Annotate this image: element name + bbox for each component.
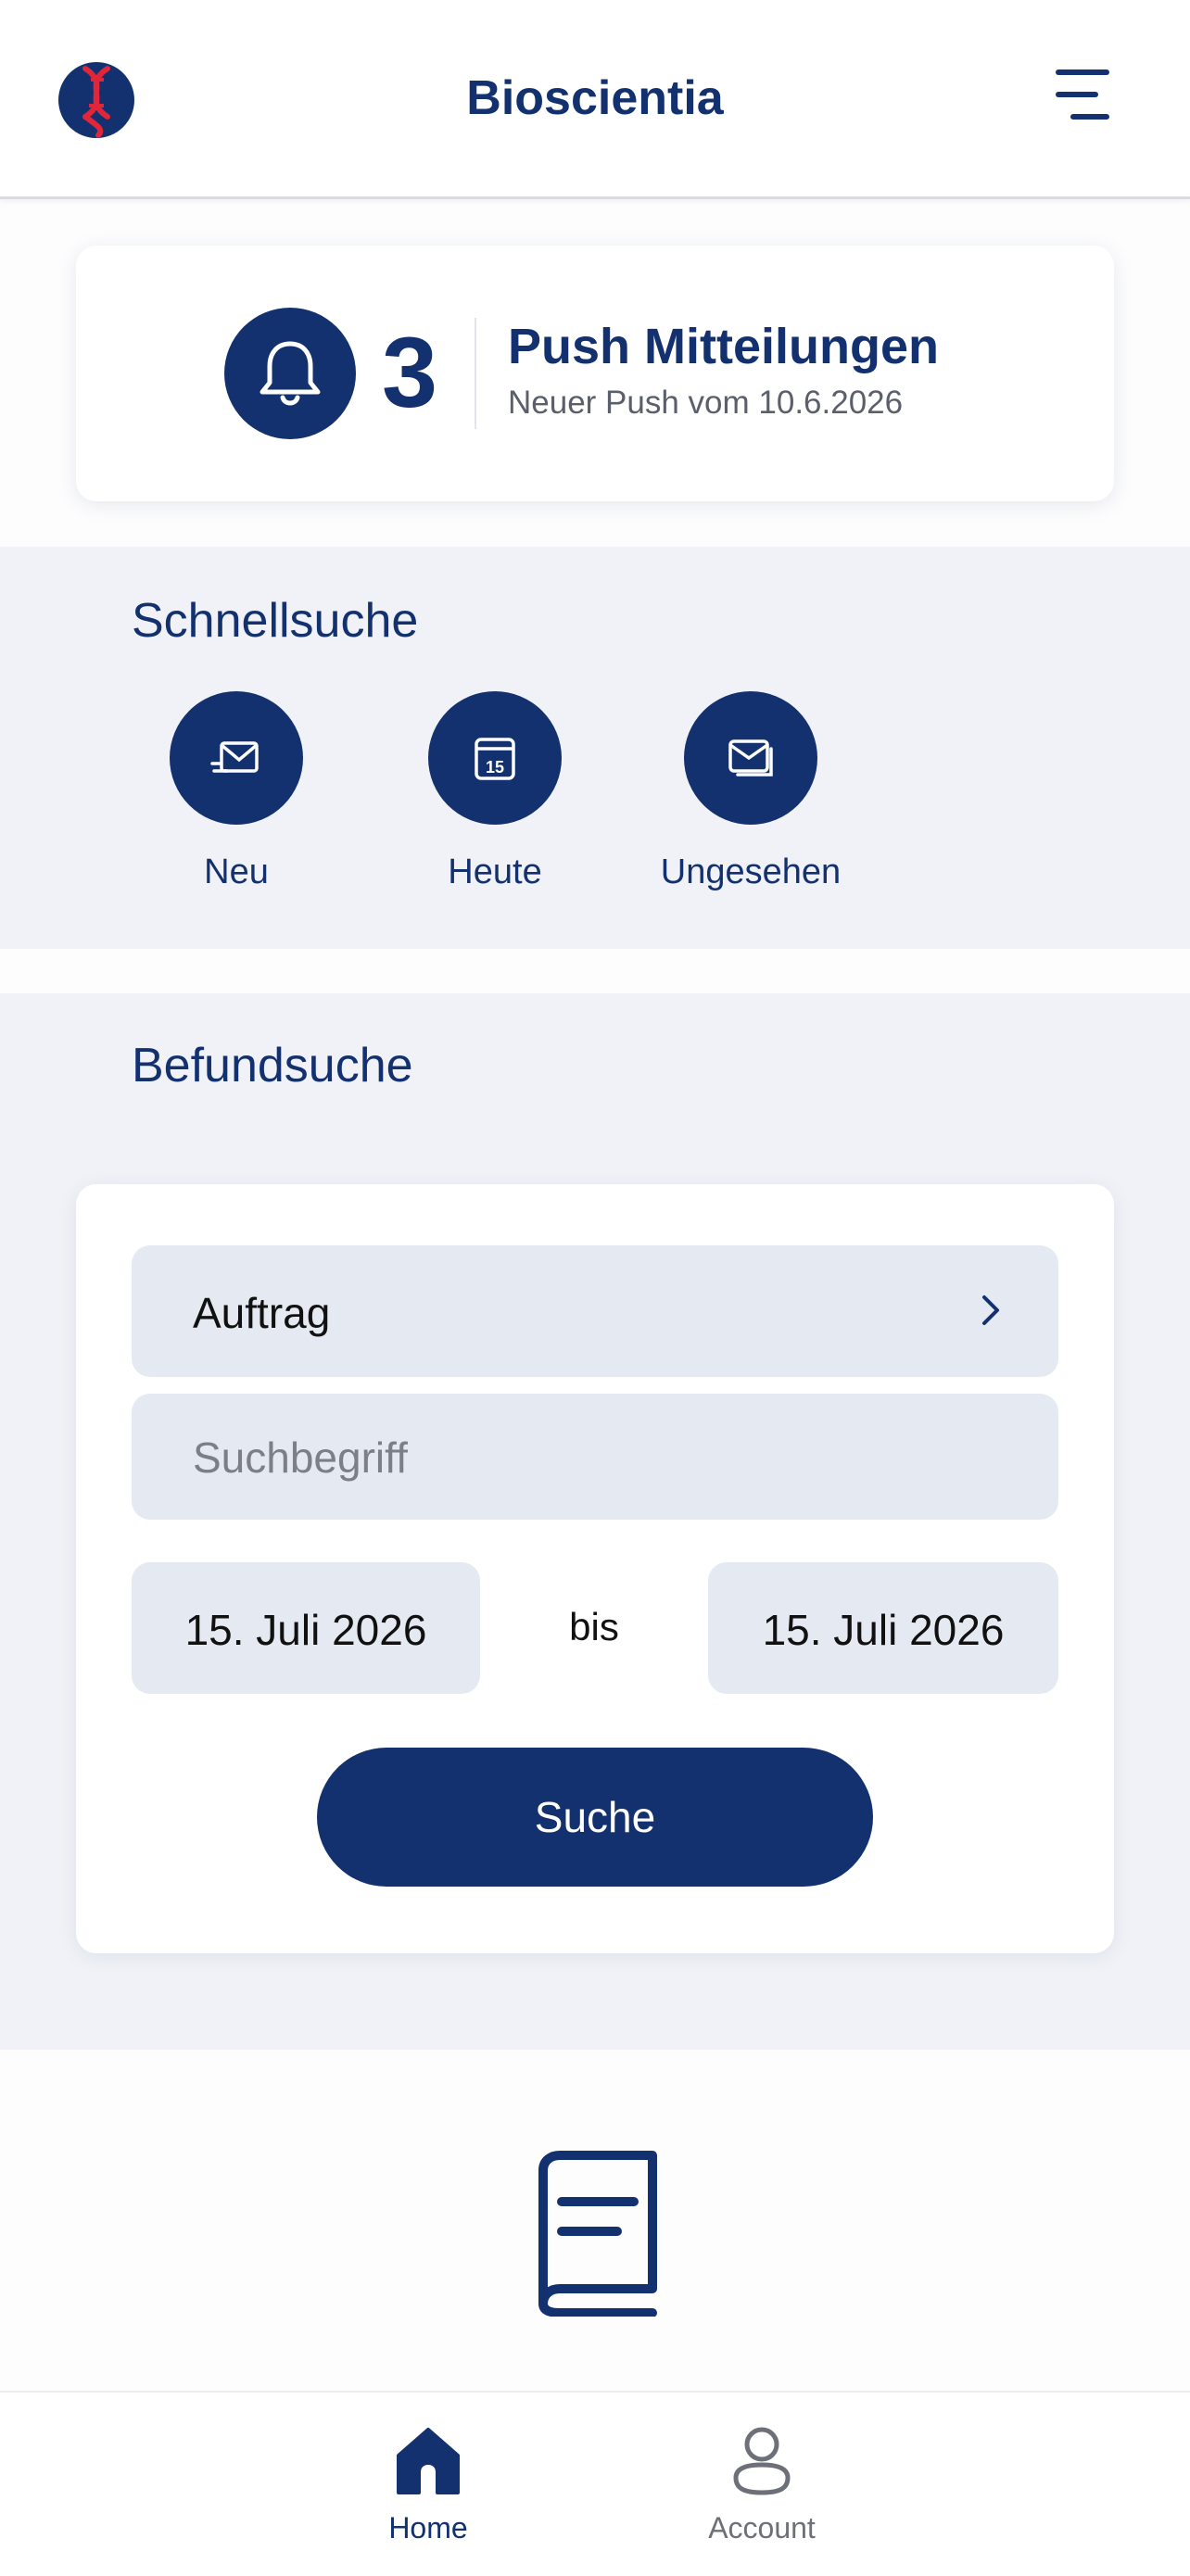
push-title: Push Mitteilungen xyxy=(508,319,939,374)
quick-search-unseen[interactable]: Ungesehen xyxy=(644,691,857,892)
tab-account-label: Account xyxy=(708,2511,816,2544)
push-notifications-card[interactable]: 3 Push Mitteilungen Neuer Push vom 10.6.… xyxy=(76,246,1114,501)
bell-badge xyxy=(224,308,356,439)
quick-search-new-label: Neu xyxy=(204,852,269,891)
quick-search-new-button[interactable] xyxy=(170,691,303,825)
tab-home[interactable]: Home xyxy=(308,2424,549,2545)
search-term-input[interactable]: Suchbegriff xyxy=(132,1394,1058,1520)
chevron-right-icon xyxy=(982,1295,999,1325)
date-to-field[interactable]: 15. Juli 2026 xyxy=(708,1562,1058,1694)
unread-mail-icon xyxy=(728,739,773,777)
date-from-field[interactable]: 15. Juli 2026 xyxy=(132,1562,480,1694)
search-button[interactable]: Suche xyxy=(317,1748,873,1887)
date-from-value: 15. Juli 2026 xyxy=(184,1606,427,1654)
tab-home-label: Home xyxy=(388,2511,468,2544)
book-icon[interactable] xyxy=(525,2150,664,2317)
report-search-card: Auftrag Suchbegriff 15. Juli 2026 bis 15… xyxy=(76,1184,1114,1953)
quick-search-today-button[interactable]: 15 xyxy=(428,691,562,825)
date-to-value: 15. Juli 2026 xyxy=(762,1606,1005,1654)
report-search-title: Befundsuche xyxy=(132,1039,413,1092)
calendar-day: 15 xyxy=(486,758,504,777)
quick-search-today[interactable]: 15 Heute xyxy=(388,691,601,892)
search-term-placeholder: Suchbegriff xyxy=(193,1433,408,1482)
hamburger-menu-icon[interactable] xyxy=(1053,67,1112,122)
home-icon xyxy=(397,2428,460,2494)
tab-account[interactable]: Account xyxy=(641,2424,882,2545)
push-count: 3 xyxy=(382,316,438,428)
order-select[interactable]: Auftrag xyxy=(132,1245,1058,1377)
quick-search-today-label: Heute xyxy=(448,852,542,891)
push-subtitle: Neuer Push vom 10.6.2026 xyxy=(508,385,904,421)
bell-icon xyxy=(260,341,321,406)
order-select-label: Auftrag xyxy=(193,1289,331,1337)
calendar-icon: 15 xyxy=(475,738,515,780)
app-title: Bioscientia xyxy=(466,71,724,125)
quick-search-title: Schnellsuche xyxy=(132,594,419,648)
quick-search-new[interactable]: Neu xyxy=(130,691,343,892)
divider xyxy=(475,318,476,429)
date-range-separator: bis xyxy=(569,1605,619,1648)
new-mail-icon xyxy=(210,741,259,773)
bottom-tab-bar: Home Account xyxy=(0,2391,1190,2576)
report-search-section: Befundsuche Auftrag Suchbegriff 15. Juli… xyxy=(0,993,1190,2050)
quick-search-section: Schnellsuche Neu 15 Heute Ungesehen xyxy=(0,547,1190,949)
app-header: Bioscientia xyxy=(0,0,1190,199)
quick-search-unseen-label: Ungesehen xyxy=(660,852,842,891)
account-icon xyxy=(733,2427,791,2495)
quick-search-unseen-button[interactable] xyxy=(684,691,817,825)
